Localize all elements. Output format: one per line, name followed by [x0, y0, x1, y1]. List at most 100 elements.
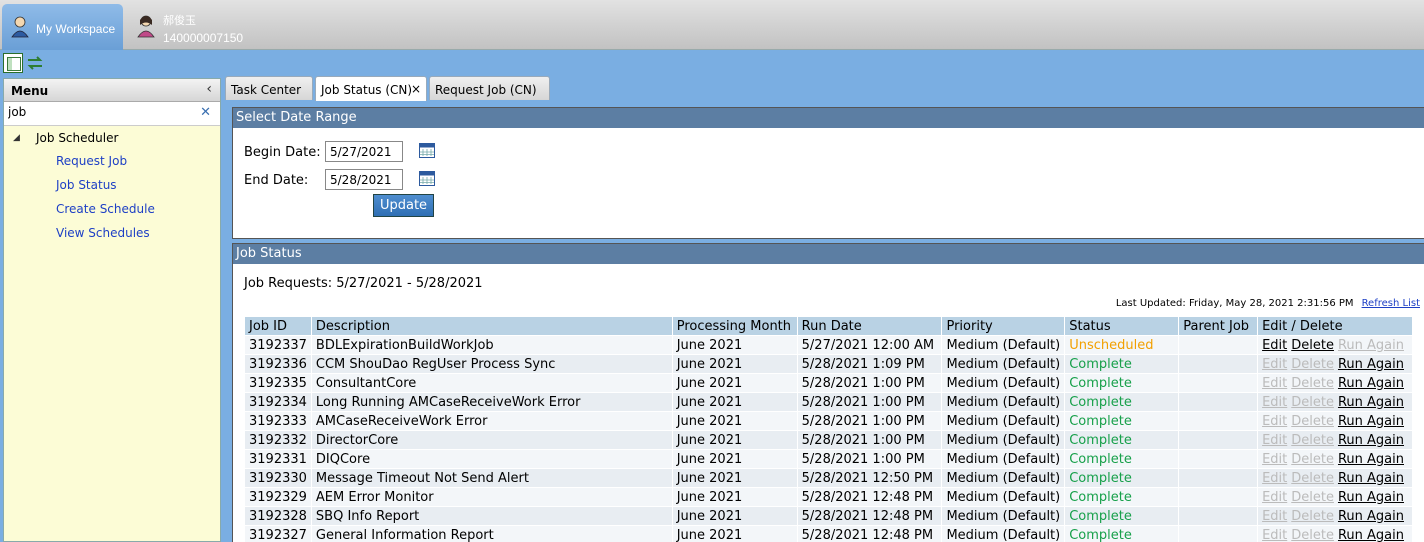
- tab-label: Job Status (CN): [321, 83, 413, 97]
- run-again-link[interactable]: Run Again: [1338, 357, 1404, 372]
- run-again-link[interactable]: Run Again: [1338, 528, 1404, 542]
- run-again-link[interactable]: Run Again: [1338, 338, 1404, 353]
- job-description: AEM Error Monitor: [310, 487, 673, 507]
- table-row: 3192335 ConsultantCore June 2021 5/28/2021 …: [244, 373, 1413, 393]
- job-status-panel: Job Status Job Requests: 5/27/2021 - 5/2…: [232, 243, 1424, 542]
- tab-task-center[interactable]: Task Center: [225, 76, 313, 100]
- edit-link[interactable]: Edit: [1262, 357, 1287, 372]
- edit-link[interactable]: Edit: [1262, 433, 1287, 448]
- run-again-link[interactable]: Run Again: [1338, 471, 1404, 486]
- delete-link[interactable]: Delete: [1291, 490, 1334, 505]
- job-id: 3192327: [244, 525, 312, 542]
- delete-link[interactable]: Delete: [1291, 376, 1334, 391]
- menu-search-input[interactable]: [8, 105, 188, 119]
- my-workspace-label: My Workspace: [36, 22, 116, 36]
- end-calendar-icon[interactable]: [419, 170, 435, 186]
- date-range-title: Select Date Range: [233, 108, 1424, 128]
- run-date: 5/28/2021 1:00 PM: [796, 430, 943, 450]
- processing-month: June 2021: [671, 411, 798, 431]
- table-row: 3192334 Long Running AMCaseReceiveWork Er…: [244, 392, 1413, 412]
- processing-month: June 2021: [671, 354, 798, 374]
- swap-icon[interactable]: [26, 54, 44, 72]
- tree-node-job-scheduler[interactable]: ◢ Job Scheduler: [4, 126, 220, 150]
- menu-item-label[interactable]: Request Job: [56, 154, 127, 168]
- user-avatar-icon: [136, 14, 156, 41]
- edit-link[interactable]: Edit: [1262, 376, 1287, 391]
- run-date: 5/28/2021 1:00 PM: [796, 373, 943, 393]
- run-again-link[interactable]: Run Again: [1338, 376, 1404, 391]
- run-again-link[interactable]: Run Again: [1338, 433, 1404, 448]
- priority: Medium (Default): [941, 430, 1066, 450]
- run-date: 5/28/2021 1:00 PM: [796, 411, 943, 431]
- priority: Medium (Default): [941, 335, 1066, 355]
- edit-link[interactable]: Edit: [1262, 509, 1287, 524]
- run-again-link[interactable]: Run Again: [1338, 395, 1404, 410]
- delete-link[interactable]: Delete: [1291, 357, 1334, 372]
- parent-job: [1178, 354, 1259, 374]
- job-id: 3192333: [244, 411, 312, 431]
- job-id: 3192335: [244, 373, 312, 393]
- job-id: 3192328: [244, 506, 312, 526]
- table-header-row: Job ID Description Processing Month Run …: [244, 316, 1413, 336]
- parent-job: [1178, 468, 1259, 488]
- edit-link[interactable]: Edit: [1262, 528, 1287, 542]
- tab-bar: Task Center Job Status (CN) × Request Jo…: [225, 76, 1424, 101]
- expand-arrow-icon[interactable]: ◢: [13, 133, 20, 143]
- parent-job: [1178, 335, 1259, 355]
- job-status: Complete: [1064, 430, 1180, 450]
- menu-item-label[interactable]: View Schedules: [56, 226, 150, 240]
- row-actions: Edit Delete Run Again: [1257, 525, 1413, 542]
- menu-item-label[interactable]: Job Status: [56, 178, 117, 192]
- priority: Medium (Default): [941, 487, 1066, 507]
- job-description: AMCaseReceiveWork Error: [310, 411, 673, 431]
- tab-request-job-cn[interactable]: Request Job (CN): [429, 76, 550, 100]
- user-name: 郝俊玉: [163, 15, 196, 27]
- menu-item-create-schedule[interactable]: Create Schedule: [4, 198, 220, 222]
- job-status: Complete: [1064, 354, 1180, 374]
- run-date: 5/28/2021 12:48 PM: [796, 525, 943, 542]
- column-header: Description: [310, 316, 673, 336]
- refresh-list-link[interactable]: Refresh List: [1362, 298, 1420, 309]
- my-workspace-tab[interactable]: My Workspace: [2, 4, 123, 50]
- layout-toggle-icon[interactable]: [3, 53, 23, 73]
- edit-link[interactable]: Edit: [1262, 452, 1287, 467]
- edit-link[interactable]: Edit: [1262, 471, 1287, 486]
- delete-link[interactable]: Delete: [1291, 338, 1334, 353]
- run-again-link[interactable]: Run Again: [1338, 414, 1404, 429]
- menu-item-label[interactable]: Create Schedule: [56, 202, 155, 216]
- edit-link[interactable]: Edit: [1262, 395, 1287, 410]
- begin-date-input[interactable]: [325, 141, 403, 162]
- delete-link[interactable]: Delete: [1291, 471, 1334, 486]
- delete-link[interactable]: Delete: [1291, 528, 1334, 542]
- menu-item-view-schedules[interactable]: View Schedules: [4, 222, 220, 246]
- edit-link[interactable]: Edit: [1262, 414, 1287, 429]
- main-content: Task Center Job Status (CN) × Request Jo…: [225, 76, 1424, 542]
- tab-job-status-cn[interactable]: Job Status (CN) ×: [315, 76, 427, 101]
- close-tab-icon[interactable]: ×: [411, 82, 421, 96]
- clear-search-icon[interactable]: ✕: [200, 105, 211, 120]
- delete-link[interactable]: Delete: [1291, 509, 1334, 524]
- collapse-menu-icon[interactable]: ‹: [206, 81, 212, 97]
- job-id: 3192330: [244, 468, 312, 488]
- edit-link[interactable]: Edit: [1262, 490, 1287, 505]
- menu-item-job-status[interactable]: Job Status: [4, 174, 220, 198]
- update-button[interactable]: Update: [373, 194, 434, 217]
- priority: Medium (Default): [941, 506, 1066, 526]
- job-status: Complete: [1064, 411, 1180, 431]
- delete-link[interactable]: Delete: [1291, 395, 1334, 410]
- run-date: 5/27/2021 12:00 AM: [796, 335, 943, 355]
- menu-item-request-job[interactable]: Request Job: [4, 150, 220, 174]
- job-description: Message Timeout Not Send Alert: [310, 468, 673, 488]
- begin-calendar-icon[interactable]: [419, 142, 435, 158]
- edit-link[interactable]: Edit: [1262, 338, 1287, 353]
- delete-link[interactable]: Delete: [1291, 433, 1334, 448]
- priority: Medium (Default): [941, 411, 1066, 431]
- run-again-link[interactable]: Run Again: [1338, 452, 1404, 467]
- delete-link[interactable]: Delete: [1291, 414, 1334, 429]
- end-date-input[interactable]: [325, 169, 403, 190]
- delete-link[interactable]: Delete: [1291, 452, 1334, 467]
- user-id: 140000007150: [163, 31, 244, 45]
- run-again-link[interactable]: Run Again: [1338, 490, 1404, 505]
- processing-month: June 2021: [671, 525, 798, 542]
- run-again-link[interactable]: Run Again: [1338, 509, 1404, 524]
